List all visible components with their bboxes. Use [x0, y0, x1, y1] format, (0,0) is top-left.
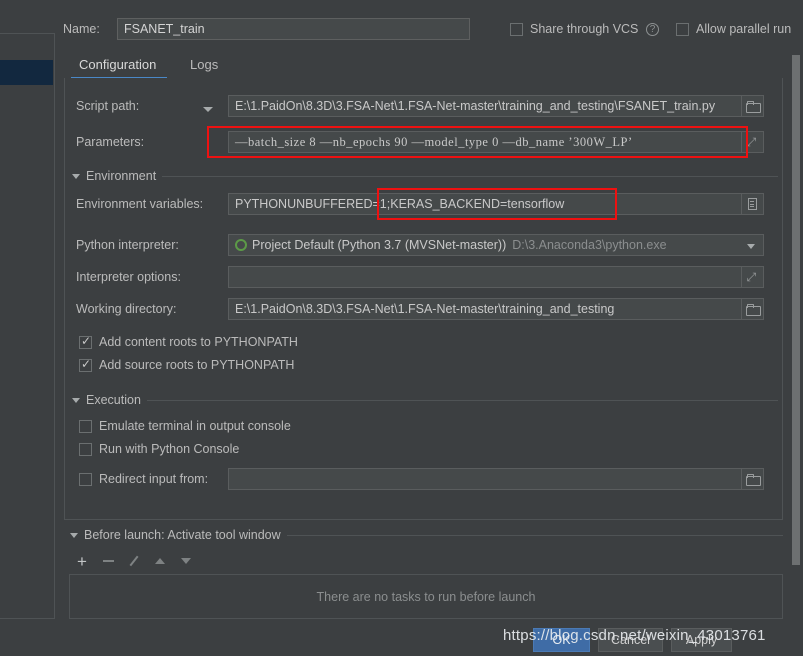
watermark-text: https://blog.csdn.net/weixin_43013761 [503, 627, 766, 644]
before-launch-add-button[interactable]: + [72, 551, 92, 571]
python-interpreter-path: D:\3.Anaconda3\python.exe [512, 238, 667, 252]
add-source-roots-label: Add source roots to PYTHONPATH [99, 358, 295, 372]
environment-variables-edit-button[interactable] [742, 193, 764, 215]
allow-parallel-run-label: Allow parallel run [696, 22, 792, 36]
triangle-down-icon [181, 558, 191, 564]
run-with-python-console-checkbox[interactable]: Run with Python Console [79, 442, 239, 456]
tab-configuration[interactable]: Configuration [75, 52, 160, 78]
emulate-terminal-checkbox[interactable]: Emulate terminal in output console [79, 419, 291, 433]
script-path-mode-chevron-down-icon[interactable] [203, 107, 213, 112]
redirect-input-box[interactable] [79, 472, 92, 486]
environment-section-divider [162, 175, 778, 177]
triangle-up-icon [155, 558, 165, 564]
interpreter-options-input[interactable] [228, 266, 742, 288]
working-directory-browse-button[interactable] [742, 298, 764, 320]
before-launch-move-down-button[interactable] [176, 551, 196, 571]
python-interpreter-label: Python interpreter: [76, 238, 179, 252]
before-launch-remove-button[interactable] [98, 551, 118, 571]
before-launch-empty-text: There are no tasks to run before launch [316, 589, 536, 604]
folder-icon [745, 303, 761, 316]
emulate-terminal-box[interactable] [79, 419, 92, 433]
parameters-expand-button[interactable]: ⤢ [742, 131, 764, 153]
python-interpreter-value: Project Default (Python 3.7 (MVSNet-mast… [252, 238, 507, 252]
name-input[interactable] [117, 18, 470, 40]
execution-section-chevron-down-icon[interactable] [72, 397, 80, 403]
vertical-scrollbar[interactable] [790, 45, 801, 620]
environment-variables-label: Environment variables: [76, 197, 204, 211]
redirect-input-path-input[interactable] [228, 468, 742, 490]
green-circle-icon [235, 239, 247, 251]
python-interpreter-combo[interactable]: Project Default (Python 3.7 (MVSNet-mast… [228, 234, 764, 256]
run-with-python-console-box[interactable] [79, 442, 92, 456]
working-directory-input[interactable]: E:\1.PaidOn\8.3D\3.FSA-Net\1.FSA-Net-mas… [228, 298, 742, 320]
before-launch-toolbar: + [72, 551, 192, 573]
folder-icon [745, 473, 761, 486]
redirect-input-browse-button[interactable] [742, 468, 764, 490]
run-with-python-console-label: Run with Python Console [99, 442, 240, 456]
configurations-tree-selected-item[interactable] [0, 60, 53, 85]
environment-variables-input[interactable]: PYTHONUNBUFFERED=1;KERAS_BACKEND=tensorf… [228, 193, 742, 215]
pencil-icon [128, 555, 141, 568]
name-label: Name: [63, 22, 100, 36]
share-through-vcs-checkbox[interactable]: Share through VCS [510, 22, 638, 36]
script-path-browse-button[interactable] [742, 95, 764, 117]
before-launch-divider [286, 534, 783, 536]
env-list-icon [748, 198, 757, 210]
execution-section-title: Execution [86, 393, 141, 407]
tab-bar: Configuration Logs [63, 52, 788, 79]
before-launch-section-header[interactable]: Before launch: Activate tool window [70, 528, 783, 542]
plus-icon: + [77, 551, 87, 571]
help-icon[interactable]: ? [646, 23, 659, 36]
environment-section-chevron-down-icon[interactable] [72, 173, 80, 179]
allow-parallel-run-box[interactable] [676, 22, 689, 36]
add-source-roots-box[interactable] [79, 357, 92, 372]
interpreter-options-label: Interpreter options: [76, 270, 181, 284]
share-through-vcs-box[interactable] [510, 22, 523, 36]
working-directory-label: Working directory: [76, 302, 177, 316]
before-launch-chevron-down-icon[interactable] [70, 532, 78, 538]
minus-icon [102, 560, 114, 562]
folder-icon [745, 100, 761, 113]
before-launch-move-up-button[interactable] [150, 551, 170, 571]
before-launch-edit-button[interactable] [124, 551, 144, 571]
add-content-roots-label: Add content roots to PYTHONPATH [99, 335, 298, 349]
script-path-input[interactable]: E:\1.PaidOn\8.3D\3.FSA-Net\1.FSA-Net-mas… [228, 95, 742, 117]
expand-arrows-icon: ⤢ [746, 135, 757, 149]
redirect-input-checkbox[interactable]: Redirect input from: [79, 472, 208, 486]
add-content-roots-checkbox[interactable]: Add content roots to PYTHONPATH [79, 334, 298, 349]
expand-arrows-icon: ⤢ [746, 270, 757, 284]
before-launch-task-list[interactable]: There are no tasks to run before launch [69, 574, 783, 619]
configurations-tree-panel[interactable] [0, 33, 55, 619]
add-source-roots-checkbox[interactable]: Add source roots to PYTHONPATH [79, 357, 295, 372]
before-launch-title: Before launch: Activate tool window [84, 528, 281, 542]
parameters-label: Parameters: [76, 135, 145, 149]
share-through-vcs-label: Share through VCS [530, 22, 639, 36]
environment-section-header[interactable]: Environment [72, 169, 778, 183]
execution-section-divider [146, 399, 778, 401]
vertical-scrollbar-thumb[interactable] [792, 55, 800, 565]
add-content-roots-box[interactable] [79, 334, 92, 349]
parameters-input[interactable]: —batch_size 8 —nb_epochs 90 —model_type … [228, 131, 742, 153]
interpreter-options-expand-button[interactable]: ⤢ [742, 266, 764, 288]
environment-section-title: Environment [86, 169, 157, 183]
allow-parallel-run-checkbox[interactable]: Allow parallel run [676, 22, 791, 36]
run-configuration-dialog: Name: Share through VCS ? Allow parallel… [0, 0, 803, 656]
script-path-label: Script path: [76, 99, 140, 113]
emulate-terminal-label: Emulate terminal in output console [99, 419, 291, 433]
python-interpreter-chevron-down-icon[interactable] [747, 244, 755, 249]
redirect-input-label: Redirect input from: [99, 472, 209, 486]
tab-logs[interactable]: Logs [186, 52, 222, 78]
execution-section-header[interactable]: Execution [72, 393, 778, 407]
